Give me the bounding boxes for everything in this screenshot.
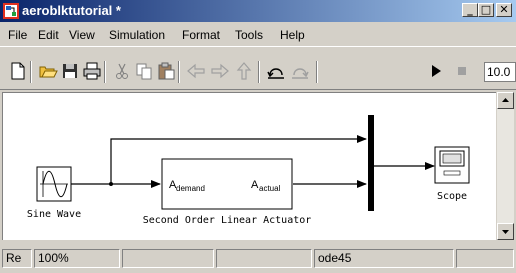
actuator-input-port-subscript: demand (176, 184, 205, 193)
copy-icon[interactable] (134, 61, 154, 81)
toolbar-separator (104, 61, 106, 83)
save-icon[interactable] (60, 61, 80, 81)
sine-wave-block[interactable] (36, 166, 76, 202)
status-pane-4 (216, 249, 312, 268)
new-icon[interactable] (8, 61, 28, 81)
actuator-block[interactable]: A demand A actual (161, 158, 293, 210)
scope-block[interactable] (434, 146, 470, 184)
forward-icon[interactable] (210, 61, 230, 81)
close-button[interactable]: ✕ (496, 3, 512, 17)
menu-simulation[interactable]: Simulation (109, 28, 165, 42)
simulink-window: aeroblktutorial * _ □ ✕ File Edit View S… (0, 0, 516, 273)
arrow-up-icon (502, 98, 509, 102)
mux-block[interactable] (368, 115, 374, 211)
back-icon[interactable] (186, 61, 206, 81)
status-bar: Re 100% ode45 (0, 243, 516, 273)
maximize-button[interactable]: □ (478, 3, 494, 17)
block-diagram: Sine Wave A demand A actual Second Order… (27, 115, 470, 226)
toolbar-separator (30, 61, 32, 83)
minimize-button[interactable]: _ (462, 3, 478, 17)
status-ready: Re (2, 249, 32, 268)
sine-wave-label: Sine Wave (27, 209, 81, 220)
status-zoom: 100% (34, 249, 120, 268)
vertical-scrollbar[interactable] (497, 92, 514, 240)
cut-icon[interactable] (112, 61, 132, 81)
actuator-output-port-subscript: actual (259, 184, 281, 193)
menu-edit[interactable]: Edit (38, 28, 59, 42)
start-simulation-icon[interactable] (426, 61, 446, 81)
open-icon[interactable] (38, 61, 58, 81)
menu-help[interactable]: Help (280, 28, 305, 42)
menu-file[interactable]: File (8, 28, 27, 42)
toolbar-separator (178, 61, 180, 83)
redo-icon[interactable] (290, 61, 310, 81)
window-title: aeroblktutorial * (22, 3, 121, 18)
actuator-output-port-letter: A (251, 179, 259, 191)
simulink-app-icon (3, 3, 19, 19)
model-canvas[interactable]: Sine Wave A demand A actual Second Order… (2, 92, 496, 240)
print-icon[interactable] (82, 61, 102, 81)
stop-simulation-icon[interactable] (452, 61, 472, 81)
undo-icon[interactable] (266, 61, 286, 81)
toolbar-separator (316, 61, 318, 83)
up-icon[interactable] (234, 61, 254, 81)
toolbar: 10.0 (0, 46, 516, 90)
status-solver: ode45 (314, 249, 454, 268)
menu-bar: File Edit View Simulation Format Tools H… (0, 24, 516, 44)
arrow-down-icon (502, 230, 509, 234)
scope-label: Scope (437, 191, 467, 202)
stop-time-field[interactable]: 10.0 (484, 62, 516, 82)
scroll-up-button[interactable] (497, 92, 514, 109)
menu-view[interactable]: View (69, 28, 95, 42)
actuator-label: Second Order Linear Actuator (143, 215, 312, 226)
scroll-down-button[interactable] (497, 223, 514, 240)
menu-format[interactable]: Format (182, 28, 220, 42)
toolbar-separator (258, 61, 260, 83)
status-pane-3 (122, 249, 214, 268)
title-bar[interactable]: aeroblktutorial * _ □ ✕ (0, 0, 516, 22)
paste-icon[interactable] (156, 61, 176, 81)
status-pane-6 (456, 249, 514, 268)
menu-tools[interactable]: Tools (235, 28, 263, 42)
